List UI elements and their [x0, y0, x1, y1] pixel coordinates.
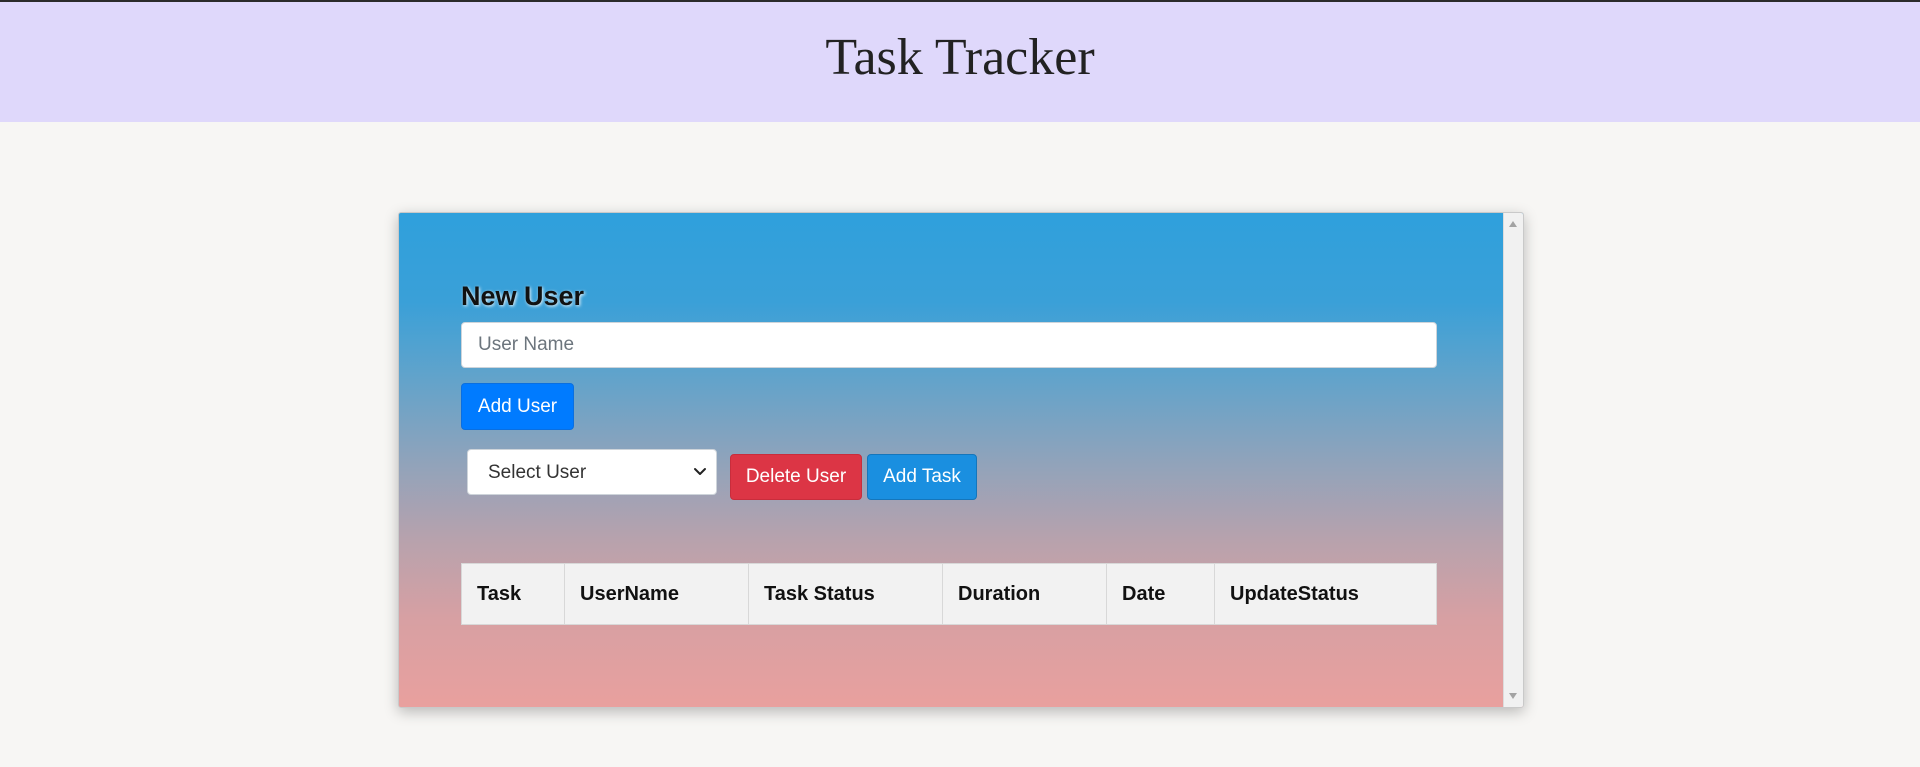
card-scrollbar[interactable] — [1503, 213, 1523, 707]
column-header-username[interactable]: UserName — [564, 563, 749, 625]
add-task-button[interactable]: Add Task — [867, 454, 977, 500]
select-user-label: Select User — [488, 462, 587, 483]
page-header: Task Tracker — [0, 2, 1920, 122]
column-header-task[interactable]: Task — [461, 563, 565, 625]
table-header-row: Task UserName Task Status Duration Date … — [461, 563, 1437, 625]
task-card: New User Add User Select User Delete Use… — [398, 212, 1524, 708]
user-name-input[interactable] — [461, 322, 1437, 368]
column-header-date[interactable]: Date — [1106, 563, 1215, 625]
delete-user-button[interactable]: Delete User — [730, 454, 862, 500]
scroll-down-arrow-icon[interactable] — [1509, 693, 1517, 699]
new-user-title: New User — [461, 281, 585, 311]
column-header-update-status[interactable]: UpdateStatus — [1214, 563, 1437, 625]
chevron-down-icon — [694, 468, 706, 475]
column-header-duration[interactable]: Duration — [942, 563, 1107, 625]
task-table: Task UserName Task Status Duration Date … — [461, 563, 1437, 625]
select-user-dropdown[interactable]: Select User — [467, 449, 717, 495]
column-header-task-status[interactable]: Task Status — [748, 563, 943, 625]
page-title: Task Tracker — [825, 29, 1095, 86]
scroll-up-arrow-icon[interactable] — [1509, 221, 1517, 227]
add-user-button[interactable]: Add User — [461, 383, 574, 430]
